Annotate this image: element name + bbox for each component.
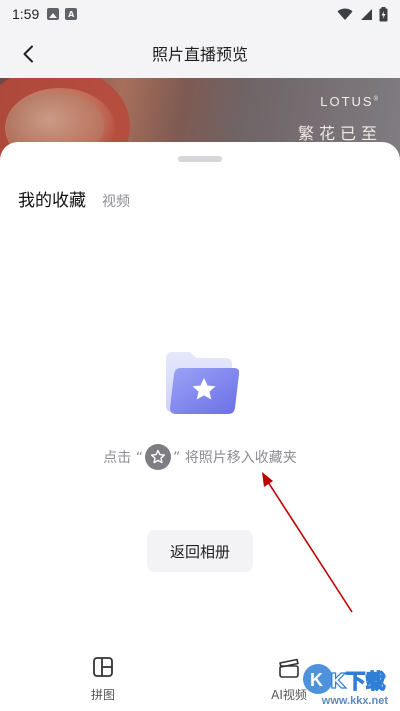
- app-notification-icon: A: [65, 8, 78, 20]
- return-to-album-button[interactable]: 返回相册: [147, 530, 253, 572]
- tab-my-favorites[interactable]: 我的收藏: [18, 186, 86, 211]
- favorites-folder-icon: [166, 352, 240, 414]
- empty-hint-suffix: ” 将照片移入收藏夹: [173, 450, 297, 466]
- chevron-left-icon: [23, 45, 33, 63]
- empty-hint: 点击 “ ” 将照片移入收藏夹: [0, 444, 400, 470]
- status-bar: 1:59 A: [0, 0, 400, 28]
- page-title: 照片直播预览: [151, 45, 248, 64]
- sheet-drag-handle[interactable]: [178, 156, 222, 162]
- battery-icon: [379, 6, 388, 21]
- collage-label: 拼图: [90, 688, 115, 702]
- collage-button[interactable]: 拼图: [63, 656, 143, 703]
- svg-text:K: K: [310, 670, 323, 690]
- tab-videos[interactable]: 视频: [102, 191, 130, 211]
- app-header: 照片直播预览: [0, 28, 400, 78]
- watermark-domain: www.kkx.net: [321, 695, 388, 707]
- collage-icon: [93, 657, 113, 677]
- banner-brand: LOTUS®: [320, 94, 380, 109]
- gallery-notification-icon: [47, 8, 60, 20]
- wifi-icon: [337, 8, 353, 20]
- svg-text:K下载: K下载: [330, 669, 386, 693]
- favorites-sheet: 我的收藏 视频 点击 “ ” 将照片移入收藏夹 返回相册 拼图 AI视频: [0, 142, 400, 711]
- banner-tagline: 繁花已至: [297, 124, 382, 143]
- sheet-tabs: 我的收藏 视频: [18, 186, 130, 211]
- watermark-logo: K K下载: [303, 664, 386, 694]
- star-favorite-icon: [145, 444, 171, 470]
- site-watermark: K K下载 www.kkx.net: [298, 661, 394, 707]
- status-right: [337, 6, 388, 22]
- back-button[interactable]: [14, 40, 42, 68]
- empty-hint-prefix: 点击 “: [103, 450, 143, 466]
- status-time: 1:59: [12, 6, 40, 22]
- cellular-signal-icon: [361, 8, 372, 20]
